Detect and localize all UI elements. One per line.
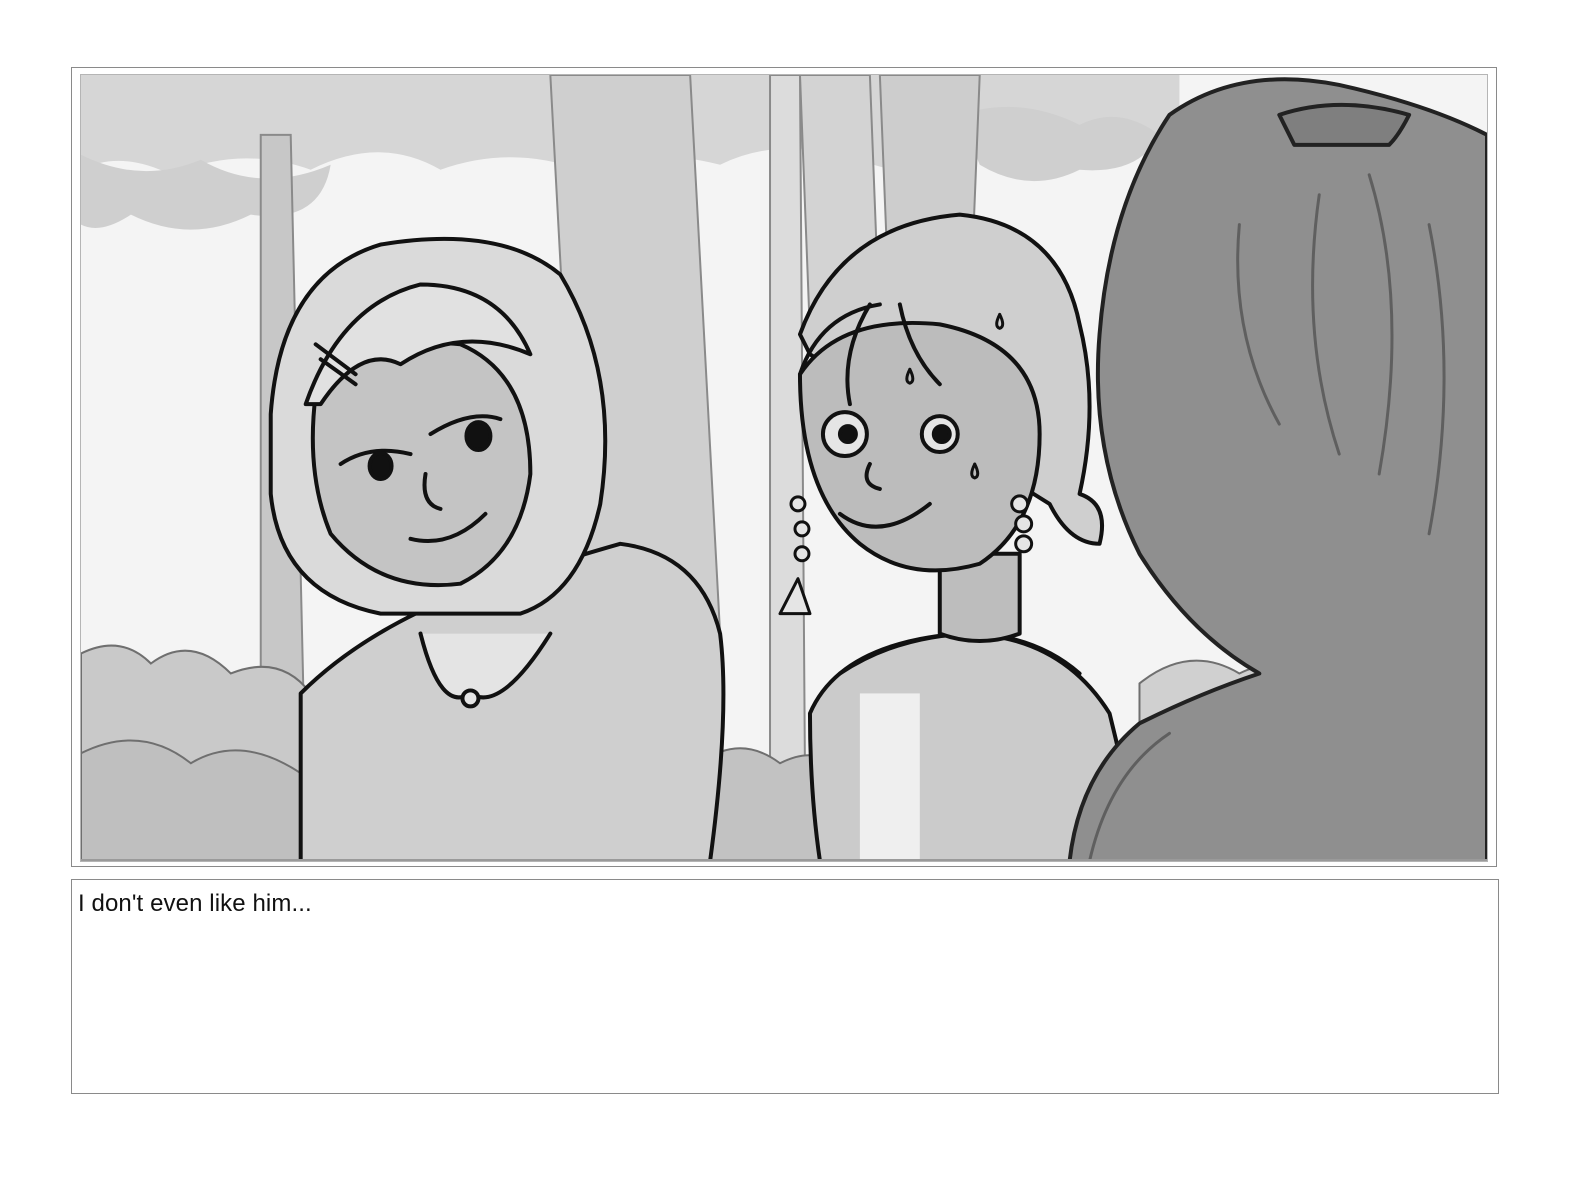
sketch-illustration (81, 75, 1487, 861)
caption-text: I don't even like him... (78, 890, 312, 917)
caption-box: I don't even like him... (71, 879, 1499, 1094)
figure-right-back (1067, 77, 1487, 861)
storyboard-sketch-image (80, 74, 1488, 862)
storyboard-panel-frame (71, 67, 1497, 867)
